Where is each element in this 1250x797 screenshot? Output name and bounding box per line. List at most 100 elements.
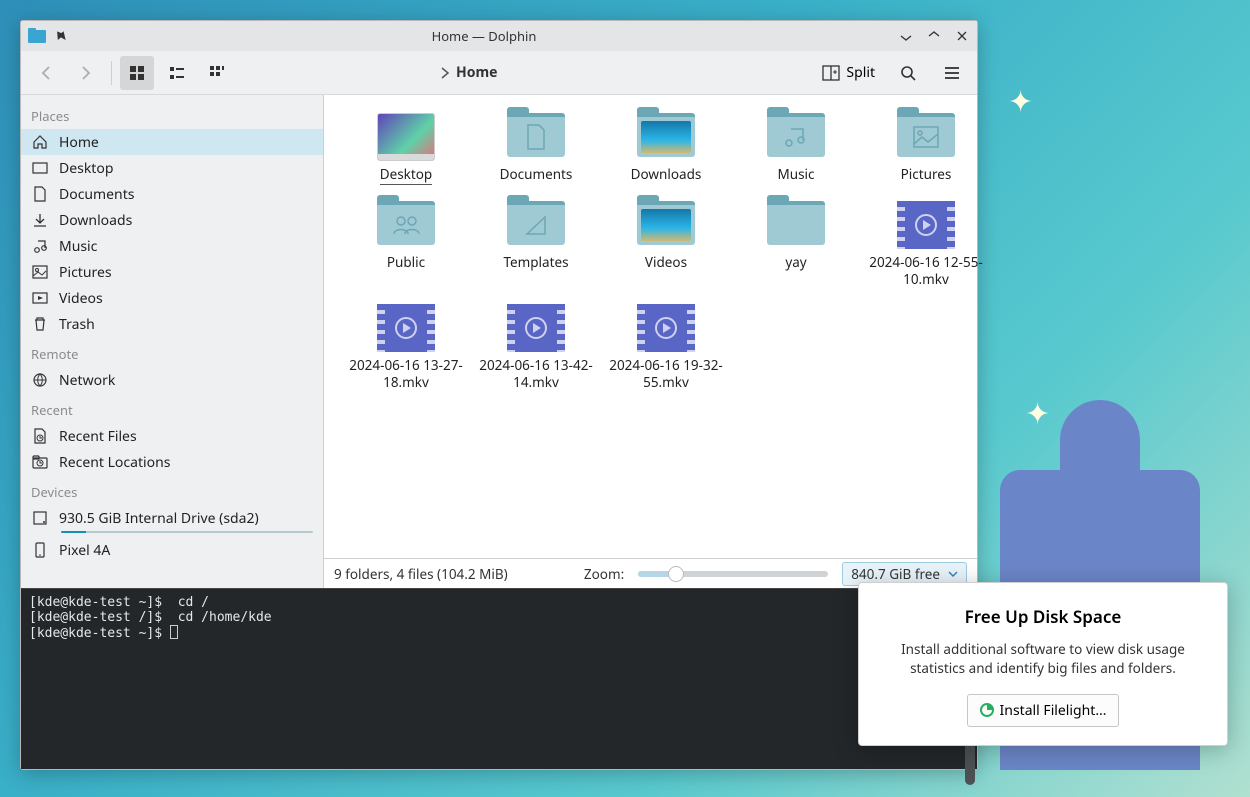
breadcrumb[interactable]: Home: [240, 63, 810, 82]
sidebar-item-label: Network: [59, 371, 115, 390]
documents-icon: [31, 185, 49, 203]
app-icon: [27, 26, 47, 46]
grid-item[interactable]: Templates: [474, 201, 598, 288]
item-label: Templates: [503, 254, 568, 271]
sidebar-item-videos[interactable]: Videos: [21, 285, 323, 311]
popup-body: Install additional software to view disk…: [881, 640, 1205, 678]
free-space-label: 840.7 GiB free: [851, 565, 940, 583]
item-label: Documents: [500, 166, 573, 183]
file-grid: Desktop Documents Downloads Music Pictures Pu…: [324, 95, 977, 558]
titlebar: Home — Dolphin: [21, 21, 977, 51]
sidebar-item-recentloc[interactable]: Recent Locations: [21, 449, 323, 475]
grid-item[interactable]: Pictures: [864, 113, 988, 185]
item-label: 2024-06-16 12-55-10.mkv: [864, 254, 988, 288]
grid-item[interactable]: Videos: [604, 201, 728, 288]
minimize-button[interactable]: [897, 27, 915, 45]
chevron-right-icon: [440, 67, 450, 79]
back-button[interactable]: [29, 56, 63, 90]
grid-item[interactable]: Public: [344, 201, 468, 288]
grid-item[interactable]: 2024-06-16 19-32-55.mkv: [604, 304, 728, 391]
install-filelight-button[interactable]: Install Filelight…: [967, 694, 1120, 727]
folder-icon: [377, 201, 435, 245]
drive-usage-bar: [61, 531, 313, 533]
sidebar-item-documents[interactable]: Documents: [21, 181, 323, 207]
compact-view-button[interactable]: [160, 56, 194, 90]
split-button[interactable]: Split: [816, 59, 881, 86]
zoom-slider[interactable]: [638, 571, 828, 577]
grid-item[interactable]: Music: [734, 113, 858, 185]
grid-item[interactable]: Desktop: [344, 113, 468, 185]
home-icon: [31, 133, 49, 151]
desktop-thumbnail-icon: [377, 113, 435, 161]
terminal-panel[interactable]: [kde@kde-test ~]$ cd / [kde@kde-test /]$…: [21, 588, 977, 769]
sidebar-item-home[interactable]: Home: [21, 129, 323, 155]
places-panel: Places Home Desktop Documents Downloads Music…: [21, 95, 324, 588]
sidebar-item-label: Music: [59, 237, 97, 256]
split-icon: [822, 64, 840, 82]
grid-item[interactable]: 2024-06-16 13-27-18.mkv: [344, 304, 468, 391]
sidebar-item-label: Recent Files: [59, 427, 137, 446]
video-file-icon: [897, 201, 955, 249]
folder-icon: [767, 113, 825, 157]
sidebar-item-music[interactable]: Music: [21, 233, 323, 259]
sidebar-item-label: Pictures: [59, 263, 112, 282]
recentfiles-icon: [31, 427, 49, 445]
sidebar-item-label: Documents: [59, 185, 134, 204]
grid-item[interactable]: 2024-06-16 13-42-14.mkv: [474, 304, 598, 391]
sidebar-item-phone[interactable]: Pixel 4A: [21, 537, 323, 563]
search-button[interactable]: [891, 56, 925, 90]
item-label: Downloads: [631, 166, 702, 183]
item-label: 2024-06-16 19-32-55.mkv: [604, 357, 728, 391]
section-recent: Recent: [21, 393, 323, 423]
item-label: Music: [777, 166, 814, 183]
sidebar-item-downloads[interactable]: Downloads: [21, 207, 323, 233]
downloads-icon: [31, 211, 49, 229]
network-icon: [31, 371, 49, 389]
folder-icon: [507, 113, 565, 157]
maximize-button[interactable]: [925, 27, 943, 45]
sidebar-item-trash[interactable]: Trash: [21, 311, 323, 337]
sidebar-item-label: Downloads: [59, 211, 132, 230]
pictures-icon: [31, 263, 49, 281]
sidebar-item-drive[interactable]: 930.5 GiB Internal Drive (sda2): [21, 505, 323, 531]
split-label: Split: [846, 63, 875, 82]
grid-item[interactable]: yay: [734, 201, 858, 288]
item-label: Pictures: [901, 166, 952, 183]
grid-item[interactable]: Downloads: [604, 113, 728, 185]
folder-icon: [767, 201, 825, 245]
separator: [111, 61, 112, 85]
sidebar-item-label: Home: [59, 133, 99, 152]
sidebar-item-network[interactable]: Network: [21, 367, 323, 393]
grid-item[interactable]: Documents: [474, 113, 598, 185]
video-file-icon: [507, 304, 565, 352]
folder-icon: [507, 201, 565, 245]
sidebar-item-desktop[interactable]: Desktop: [21, 155, 323, 181]
menu-button[interactable]: [935, 56, 969, 90]
forward-button[interactable]: [69, 56, 103, 90]
music-icon: [31, 237, 49, 255]
phone-icon: [31, 541, 49, 559]
section-devices: Devices: [21, 475, 323, 505]
close-button[interactable]: [953, 27, 971, 45]
popup-button-label: Install Filelight…: [1000, 701, 1107, 720]
item-label: Desktop: [380, 166, 433, 185]
grid-item[interactable]: 2024-06-16 12-55-10.mkv: [864, 201, 988, 288]
filelight-icon: [980, 703, 994, 717]
pin-icon[interactable]: [51, 26, 71, 46]
sidebar-item-pictures[interactable]: Pictures: [21, 259, 323, 285]
recentloc-icon: [31, 453, 49, 471]
sidebar-item-label: 930.5 GiB Internal Drive (sda2): [59, 509, 259, 528]
folder-icon: [897, 113, 955, 157]
sidebar-item-label: Desktop: [59, 159, 113, 178]
item-label: 2024-06-16 13-27-18.mkv: [344, 357, 468, 391]
window-title: Home — Dolphin: [71, 27, 897, 45]
details-view-button[interactable]: [200, 56, 234, 90]
icon-view-button[interactable]: [120, 56, 154, 90]
free-up-disk-space-popup: Free Up Disk Space Install additional so…: [858, 582, 1228, 746]
section-places: Places: [21, 99, 323, 129]
sidebar-item-recentfiles[interactable]: Recent Files: [21, 423, 323, 449]
popup-title: Free Up Disk Space: [881, 605, 1205, 628]
sidebar-item-label: Trash: [59, 315, 95, 334]
folder-icon: [637, 201, 695, 245]
videos-icon: [31, 289, 49, 307]
